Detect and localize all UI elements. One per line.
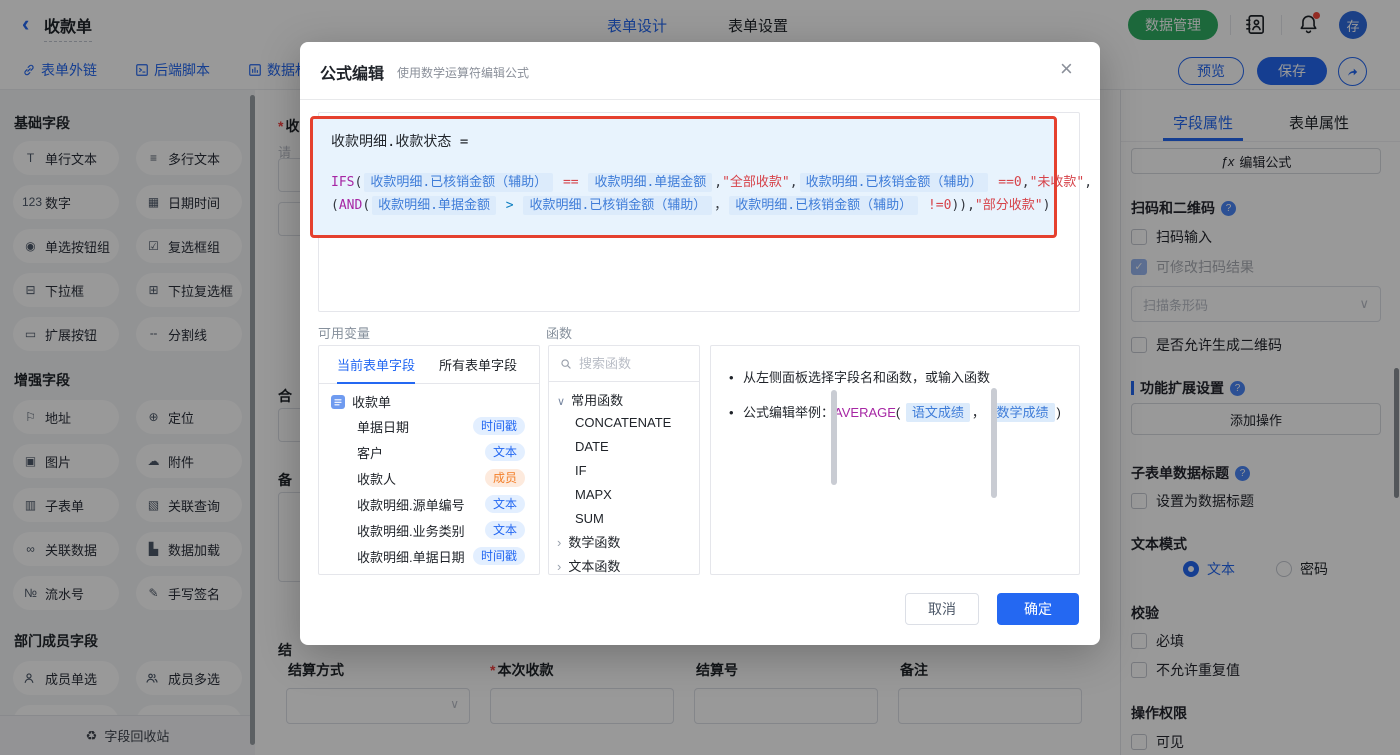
variable-type-badge: 文本: [485, 521, 525, 539]
variable-item[interactable]: 收款明细.源单编号 文本: [319, 491, 539, 517]
variables-panel: 当前表单字段 所有表单字段 收款单 单据日期 时间戳 客户 文本 收款人: [318, 345, 540, 575]
formula-line-1: IFS(收款明细.已核销金额（辅助） == 收款明细.单据金额,"全部收款",收…: [331, 171, 1036, 194]
formula-token: (: [354, 175, 362, 190]
formula-token: ,: [790, 175, 798, 190]
help-chip-2: 数学成绩: [991, 403, 1055, 422]
formula-token: ,: [1022, 175, 1030, 190]
variable-type-badge: 时间戳: [473, 417, 525, 435]
formula-token: "部分收款": [975, 198, 1043, 213]
comma: ，: [972, 405, 985, 420]
formula-highlight-box: 收款明细.收款状态 = IFS(收款明细.已核销金额（辅助） == 收款明细.单…: [310, 116, 1057, 238]
function-item[interactable]: SUM: [549, 507, 699, 531]
tab-all-form-fields[interactable]: 所有表单字段: [439, 355, 517, 374]
variable-item[interactable]: 收款人 成员: [319, 465, 539, 491]
formula-token: IFS: [331, 175, 354, 190]
variable-item[interactable]: 收款明细.单据日期 时间戳: [319, 543, 539, 569]
variable-name: 客户: [357, 443, 383, 462]
variable-type-badge: 文本: [485, 495, 525, 513]
variable-item[interactable]: 单据日期 时间戳: [319, 413, 539, 439]
variable-type-badge: 成员: [485, 469, 525, 487]
formula-token: (: [331, 198, 339, 213]
variable-type-badge: 文本: [485, 443, 525, 461]
functions-label: 函数: [546, 323, 572, 342]
close-icon[interactable]: ×: [1060, 58, 1073, 80]
formula-token: 收款明细.已核销金额（辅助）: [729, 196, 918, 215]
formula-token: 收款明细.已核销金额（辅助）: [800, 173, 989, 192]
variable-item[interactable]: 客户 文本: [319, 439, 539, 465]
formula-token: AND: [339, 198, 362, 213]
function-item[interactable]: IF: [549, 459, 699, 483]
formula-token: 收款明细.已核销金额（辅助）: [364, 173, 553, 192]
modal-subtitle: 使用数学运算符编辑公式: [397, 64, 529, 81]
function-list: CONCATENATEDATEIFMAPXSUM: [549, 411, 699, 531]
formula-editor-modal: 公式编辑 使用数学运算符编辑公式 × 收款明细.收款状态 = IFS(收款明细.…: [300, 42, 1100, 645]
variables-tabs: 当前表单字段 所有表单字段: [319, 346, 539, 384]
formula-token: >: [498, 198, 521, 213]
confirm-button[interactable]: 确定: [997, 593, 1079, 625]
help-example-prefix: 公式编辑举例：: [743, 405, 834, 420]
formula-line-2: (AND(收款明细.单据金额 > 收款明细.已核销金额（辅助），收款明细.已核销…: [331, 194, 1036, 217]
variable-item[interactable]: 收款明细.业务类别 文本: [319, 517, 539, 543]
formula-token: "全部收款": [722, 175, 790, 190]
formula-token: !=0: [920, 198, 951, 213]
variable-name: 单据日期: [357, 417, 409, 436]
search-input[interactable]: [579, 356, 679, 371]
help-panel: 从左侧面板选择字段名和函数，或输入函数 公式编辑举例：AVERAGE( 语文成绩…: [710, 345, 1080, 575]
cancel-button[interactable]: 取消: [905, 593, 979, 625]
function-group[interactable]: 数学函数: [549, 531, 699, 555]
function-item[interactable]: MAPX: [549, 483, 699, 507]
formula-token: ==: [555, 175, 586, 190]
variable-name: 收款人: [357, 469, 396, 488]
formula-token: 收款明细.单据金额: [588, 173, 712, 192]
modal-title: 公式编辑: [320, 60, 384, 84]
formula-token: ,: [714, 175, 722, 190]
formula-token: )),: [951, 198, 974, 213]
help-line-1: 从左侧面板选择字段名和函数，或输入函数: [729, 368, 1061, 388]
variables-list: 单据日期 时间戳 客户 文本 收款人 成员 收款明细.源单编号 文本: [319, 413, 539, 569]
paren: ): [1057, 405, 1061, 420]
formula-target: 收款明细.收款状态 =: [331, 131, 1036, 151]
formula-token: ==0: [990, 175, 1021, 190]
formula-token: (: [362, 198, 370, 213]
functions-panel: 常用函数 CONCATENATEDATEIFMAPXSUM 数学函数文本函数: [548, 345, 700, 575]
root-label: 收款单: [352, 392, 391, 411]
variable-name: 收款明细.业务类别: [357, 521, 465, 540]
formula-token: 收款明细.已核销金额（辅助）: [523, 196, 712, 215]
document-icon: [331, 395, 345, 409]
help-function-name: AVERAGE: [834, 405, 896, 420]
function-search[interactable]: [549, 346, 699, 382]
formula-token: ,: [1084, 175, 1092, 190]
variable-type-badge: 时间戳: [473, 547, 525, 565]
formula-token: 收款明细.单据金额: [372, 196, 496, 215]
help-chip-1: 语文成绩: [906, 403, 970, 422]
function-item[interactable]: DATE: [549, 435, 699, 459]
variables-tree-root[interactable]: 收款单: [319, 384, 539, 413]
formula-token: ，: [714, 198, 727, 213]
formula-token: "未收款": [1030, 175, 1085, 190]
help-line-2: 公式编辑举例：AVERAGE( 语文成绩， 数学成绩): [729, 403, 1061, 423]
search-icon: [559, 357, 573, 371]
functions-scrollbar[interactable]: [991, 388, 997, 498]
divider: [300, 99, 1100, 100]
formula-token: ): [1043, 198, 1051, 213]
paren: (: [896, 405, 900, 420]
function-item[interactable]: CONCATENATE: [549, 411, 699, 435]
function-group[interactable]: 文本函数: [549, 555, 699, 575]
tab-current-form-fields[interactable]: 当前表单字段: [337, 346, 415, 384]
function-group-common[interactable]: 常用函数: [549, 382, 699, 411]
variables-label: 可用变量: [318, 323, 370, 342]
variables-scrollbar[interactable]: [831, 390, 837, 485]
variable-name: 收款明细.单据日期: [357, 547, 465, 566]
variable-name: 收款明细.源单编号: [357, 495, 465, 514]
function-groups: 数学函数文本函数: [549, 531, 699, 575]
